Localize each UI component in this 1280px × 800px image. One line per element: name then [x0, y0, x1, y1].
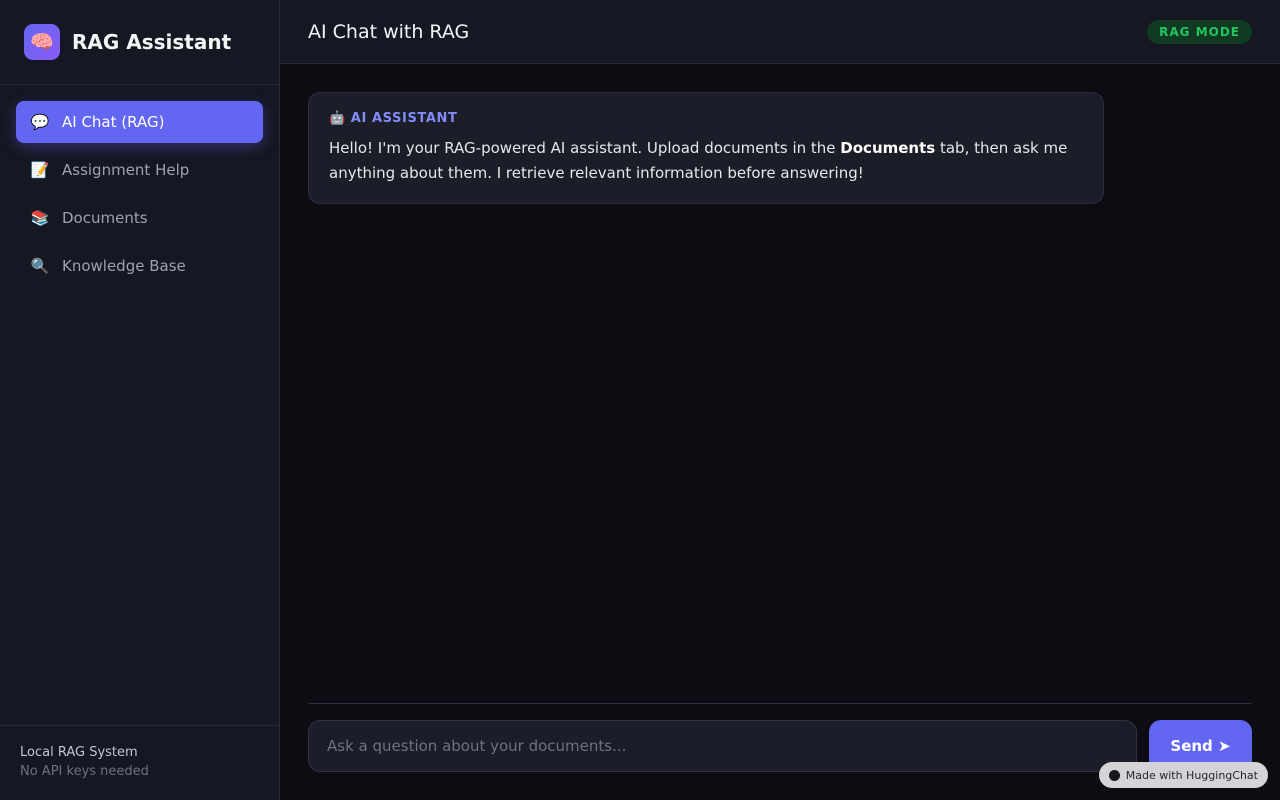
divider: [308, 703, 1252, 704]
sidebar-item-documents[interactable]: 📚 Documents: [16, 197, 263, 239]
page-title: AI Chat with RAG: [308, 20, 470, 43]
made-with-label: Made with HuggingChat: [1125, 768, 1258, 782]
sidebar-nav: 💬 AI Chat (RAG) 📝 Assignment Help 📚 Docu…: [0, 85, 279, 303]
books-icon: 📚: [30, 208, 50, 227]
brand-logo-glyph: 🧠: [30, 30, 54, 53]
brand-name: RAG Assistant: [72, 30, 232, 54]
app-window: 🧠 RAG Assistant 💬 AI Chat (RAG) 📝 Assign…: [0, 0, 1280, 800]
sidebar-item-label: Knowledge Base: [62, 257, 186, 275]
message-text: Hello! I'm your RAG-powered AI assistant…: [329, 136, 1083, 186]
sidebar-item-ai-chat[interactable]: 💬 AI Chat (RAG): [16, 101, 263, 143]
assistant-message: 🤖 AI ASSISTANT Hello! I'm your RAG-power…: [308, 92, 1104, 204]
system-note: No API keys needed: [20, 764, 149, 779]
made-with-badge[interactable]: Made with HuggingChat: [1098, 762, 1268, 788]
page-header: AI Chat with RAG RAG MODE: [280, 0, 1280, 64]
message-role: 🤖 AI ASSISTANT: [329, 111, 1083, 126]
speech-bubble-icon: 💬: [30, 112, 50, 131]
sidebar-item-knowledge-base[interactable]: 🔍 Knowledge Base: [16, 245, 263, 287]
chat-messages: 🤖 AI ASSISTANT Hello! I'm your RAG-power…: [280, 64, 1280, 704]
sidebar: 🧠 RAG Assistant 💬 AI Chat (RAG) 📝 Assign…: [0, 0, 280, 800]
chat-input[interactable]: [308, 720, 1137, 772]
message-role-label: AI ASSISTANT: [350, 111, 458, 126]
memo-icon: 📝: [30, 160, 50, 179]
message-text-bold: Documents: [840, 139, 936, 157]
brain-icon: 🧠: [24, 24, 60, 60]
sidebar-item-label: Documents: [62, 209, 148, 227]
sidebar-item-label: Assignment Help: [62, 161, 190, 179]
huggingchat-icon: [1108, 769, 1120, 781]
sidebar-item-label: AI Chat (RAG): [62, 113, 165, 131]
sidebar-item-assignment-help[interactable]: 📝 Assignment Help: [16, 149, 263, 191]
status-badge: RAG MODE: [1147, 19, 1252, 44]
robot-icon: 🤖: [329, 111, 346, 126]
magnifier-icon: 🔍: [30, 256, 50, 275]
message-text-part: Hello! I'm your RAG-powered AI assistant…: [329, 139, 841, 157]
system-name: Local RAG System: [20, 745, 138, 760]
sidebar-footer: Local RAG System No API keys needed: [0, 725, 279, 800]
main-panel: AI Chat with RAG RAG MODE 🤖 AI ASSISTANT…: [280, 0, 1280, 800]
brand: 🧠 RAG Assistant: [0, 0, 279, 85]
